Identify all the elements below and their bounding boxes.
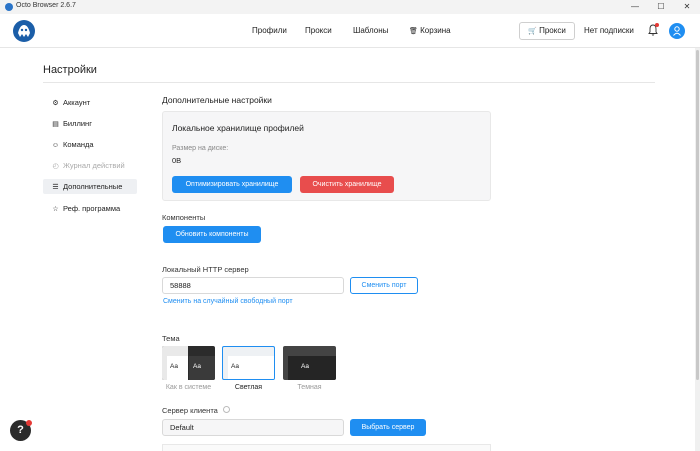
app-icon	[5, 3, 13, 11]
sidebar-item-billing[interactable]: ▤ Биллинг	[43, 116, 137, 131]
nav-templates[interactable]: Шаблоны	[353, 26, 388, 35]
section-title: Дополнительные настройки	[162, 95, 272, 105]
nav-trash[interactable]: 🗑 Корзина	[409, 26, 451, 35]
random-port-link[interactable]: Сменить на случайный свободный порт	[163, 298, 293, 305]
change-port-button[interactable]: Сменить порт	[350, 277, 418, 294]
help-notification-dot	[26, 420, 32, 426]
http-server-label: Локальный HTTP сервер	[162, 265, 249, 274]
subscription-status[interactable]: Нет подписки	[584, 26, 634, 35]
title-bar: Octo Browser 2.6.7 — ☐ ✕	[0, 0, 700, 14]
nav-proxies[interactable]: Прокси	[305, 26, 332, 35]
storage-title: Локальное хранилище профилей	[172, 123, 304, 133]
theme-dark-sample: Aa	[301, 363, 309, 370]
client-server-label: Сервер клиента	[162, 406, 218, 415]
trash-icon: 🗑	[409, 28, 418, 35]
cart-icon: 🛒	[528, 28, 537, 35]
update-components-button[interactable]: Обновить компоненты	[163, 226, 261, 243]
octo-logo-icon[interactable]	[12, 19, 36, 43]
receipt-icon: ▤	[52, 121, 59, 128]
sidebar-item-label: Журнал действий	[63, 161, 125, 170]
disk-size-label: Размер на диске:	[172, 145, 229, 152]
clear-storage-button[interactable]: Очистить хранилище	[300, 176, 394, 193]
theme-light-option[interactable]: Aa	[222, 346, 275, 380]
port-input[interactable]: 58888	[162, 277, 344, 294]
page-divider	[43, 82, 655, 83]
star-icon: ☆	[52, 206, 59, 213]
sidebar-item-label: Команда	[63, 140, 94, 149]
theme-dark-caption: Темная	[297, 384, 322, 391]
sidebar-item-label: Аккаунт	[63, 98, 91, 107]
theme-system-option[interactable]: Aa Aa	[162, 346, 215, 380]
optimize-storage-button[interactable]: Оптимизировать хранилище	[172, 176, 292, 193]
user-icon	[673, 26, 681, 36]
sidebar-item-label: Дополнительные	[63, 182, 123, 191]
client-server-input[interactable]: Default	[162, 419, 344, 436]
sidebar-item-team[interactable]: ☺ Команда	[43, 137, 137, 152]
theme-label: Тема	[162, 334, 180, 343]
theme-light-caption: Светлая	[234, 384, 263, 391]
nav-profiles[interactable]: Профили	[252, 26, 287, 35]
sliders-icon: ☰	[52, 184, 59, 191]
theme-light-sample: Aa	[231, 363, 239, 370]
close-button[interactable]: ✕	[674, 0, 700, 14]
theme-system-sample-light: Aa	[170, 363, 178, 370]
nav-trash-label: Корзина	[420, 26, 451, 35]
next-card	[162, 444, 491, 451]
app-header: Профили Прокси Шаблоны 🗑 Корзина 🛒 Прокс…	[0, 14, 700, 48]
sidebar-item-account[interactable]: ⚙ Аккаунт	[43, 95, 137, 110]
sidebar-item-history: ◴ Журнал действий	[43, 158, 137, 173]
proxy-button-label: Прокси	[539, 26, 566, 35]
sidebar-item-label: Биллинг	[63, 119, 92, 128]
gear-icon: ⚙	[52, 100, 59, 107]
minimize-button[interactable]: —	[622, 0, 648, 14]
info-icon[interactable]	[223, 406, 230, 413]
maximize-button[interactable]: ☐	[648, 0, 674, 14]
avatar[interactable]	[669, 23, 685, 39]
window-title: Octo Browser 2.6.7	[16, 2, 76, 9]
proxy-button[interactable]: 🛒 Прокси	[519, 22, 575, 40]
theme-dark-option[interactable]: Aa	[283, 346, 336, 380]
page-title: Настройки	[43, 64, 97, 76]
scrollbar-thumb[interactable]	[696, 50, 699, 380]
theme-system-caption: Как в системе	[165, 384, 212, 391]
sidebar-item-referral[interactable]: ☆ Реф. программа	[43, 201, 137, 216]
select-server-button[interactable]: Выбрать сервер	[350, 419, 426, 436]
sidebar-item-label: Реф. программа	[63, 204, 121, 213]
history-icon: ◴	[52, 163, 59, 170]
team-icon: ☺	[51, 142, 60, 149]
notification-dot	[655, 23, 659, 27]
sidebar-item-advanced[interactable]: ☰ Дополнительные	[43, 179, 137, 194]
theme-system-sample-dark: Aa	[193, 363, 201, 370]
components-label: Компоненты	[162, 213, 206, 222]
disk-size-value: 0B	[172, 156, 182, 165]
